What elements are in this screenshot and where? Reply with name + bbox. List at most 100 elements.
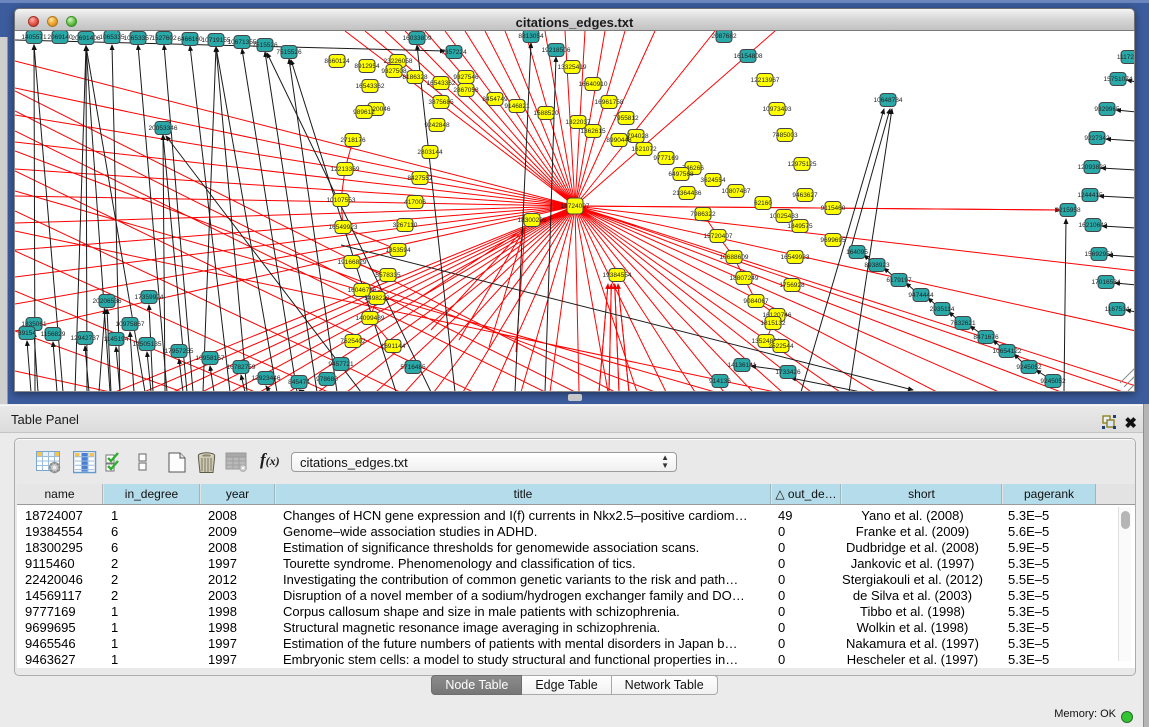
svg-text:12923446: 12923446	[252, 375, 281, 382]
svg-text:1815132: 1815132	[760, 320, 786, 327]
svg-text:17359924: 17359924	[135, 294, 164, 301]
svg-text:10975867: 10975867	[116, 321, 145, 328]
svg-text:1322037: 1322037	[565, 119, 591, 126]
svg-text:1244415: 1244415	[1077, 192, 1103, 199]
svg-text:9084067: 9084067	[743, 298, 769, 305]
svg-text:12505135: 12505135	[133, 341, 162, 348]
svg-text:2087682: 2087682	[711, 33, 737, 40]
svg-text:1167534: 1167534	[1105, 306, 1130, 313]
svg-text:9699695: 9699695	[820, 237, 846, 244]
svg-text:1117205: 1117205	[1117, 54, 1135, 61]
svg-text:8912954: 8912954	[354, 63, 380, 70]
svg-text:21364436: 21364436	[673, 190, 702, 197]
svg-text:9242848: 9242848	[424, 122, 450, 129]
svg-text:10654122: 10654122	[993, 348, 1022, 355]
svg-text:1405571: 1405571	[21, 34, 47, 41]
svg-text:19166829: 19166829	[338, 259, 367, 266]
svg-text:12942737: 12942737	[71, 335, 100, 342]
svg-text:845474: 845474	[288, 379, 310, 386]
svg-text:16033809: 16033809	[403, 35, 432, 42]
svg-text:16549923: 16549923	[781, 254, 810, 261]
svg-text:10648784: 10648784	[874, 97, 903, 104]
svg-text:978680: 978680	[316, 376, 338, 383]
svg-text:1156829: 1156829	[41, 331, 66, 338]
svg-text:2522544: 2522544	[768, 343, 794, 350]
svg-text:8471676: 8471676	[973, 334, 999, 341]
svg-text:1527602: 1527602	[151, 35, 177, 42]
svg-text:12093823: 12093823	[1078, 164, 1107, 171]
svg-text:9329965: 9329965	[1094, 106, 1120, 113]
svg-text:62160: 62160	[754, 200, 772, 207]
svg-text:15692951: 15692951	[1085, 251, 1114, 258]
svg-text:17957255: 17957255	[165, 348, 194, 355]
svg-text:7625402: 7625402	[340, 338, 366, 345]
svg-text:18807249: 18807249	[730, 275, 759, 282]
svg-text:12213369: 12213369	[331, 166, 360, 173]
svg-text:10958167: 10958167	[196, 355, 225, 362]
svg-text:164095: 164095	[846, 249, 868, 256]
svg-text:12975125: 12975125	[788, 161, 817, 168]
svg-text:1756928: 1756928	[779, 282, 805, 289]
svg-text:9245052: 9245052	[1040, 378, 1066, 385]
svg-text:1849575: 1849575	[787, 223, 813, 230]
svg-text:8454749: 8454749	[482, 96, 508, 103]
svg-text:15720407: 15720407	[704, 233, 733, 240]
svg-text:16543362: 16543362	[427, 80, 456, 87]
svg-text:6179197: 6179197	[886, 277, 912, 284]
svg-text:6497568: 6497568	[668, 171, 694, 178]
svg-text:10688609: 10688609	[720, 254, 749, 261]
svg-text:5498222: 5498222	[364, 295, 390, 302]
svg-text:20691406: 20691406	[72, 35, 101, 42]
svg-text:16154808: 16154808	[734, 53, 763, 60]
svg-text:417006: 417006	[404, 199, 426, 206]
svg-text:3624554: 3624554	[700, 177, 726, 184]
svg-text:10107553: 10107553	[327, 197, 356, 204]
svg-text:19218506: 19218506	[542, 47, 571, 54]
svg-text:16782759: 16782759	[227, 364, 256, 371]
svg-text:17016534: 17016534	[1092, 279, 1121, 286]
svg-text:3875685: 3875685	[428, 99, 454, 106]
svg-text:7485003: 7485003	[772, 132, 798, 139]
svg-text:18300295: 18300295	[518, 217, 547, 224]
svg-text:8427552: 8427552	[407, 175, 433, 182]
svg-text:8186328: 8186328	[402, 74, 428, 81]
svg-text:16549923: 16549923	[329, 224, 358, 231]
svg-text:14099489: 14099489	[356, 315, 385, 322]
svg-text:8660124: 8660124	[324, 58, 350, 65]
svg-text:7632621: 7632621	[950, 320, 976, 327]
svg-text:1691144: 1691144	[381, 343, 406, 350]
svg-text:3267110: 3267110	[393, 222, 418, 229]
svg-text:14136141: 14136141	[728, 362, 757, 369]
svg-text:12213967: 12213967	[751, 77, 780, 84]
svg-text:16961758: 16961758	[595, 99, 624, 106]
svg-text:9463627: 9463627	[792, 192, 818, 199]
svg-text:2718176: 2718176	[340, 137, 366, 144]
svg-text:9457721: 9457721	[328, 361, 354, 368]
svg-text:914136: 914136	[709, 378, 731, 385]
svg-text:8813054: 8813054	[518, 33, 544, 40]
svg-text:39154: 39154	[18, 330, 36, 337]
svg-text:2069140: 2069140	[47, 34, 73, 41]
svg-text:8215958: 8215958	[1055, 207, 1081, 214]
svg-text:2935114: 2935114	[930, 306, 955, 313]
svg-text:6466160: 6466160	[177, 36, 203, 43]
svg-text:10807487: 10807487	[722, 188, 751, 195]
svg-text:9474444: 9474444	[908, 292, 934, 299]
svg-text:9245052: 9245052	[1016, 364, 1042, 371]
svg-text:1588520: 1588520	[533, 110, 559, 117]
svg-text:20053346: 20053346	[149, 125, 178, 132]
svg-text:16640910: 16640910	[579, 81, 608, 88]
svg-text:9227342: 9227342	[1084, 135, 1110, 142]
svg-text:15751074: 15751074	[1104, 76, 1133, 83]
svg-text:7955812: 7955812	[613, 115, 639, 122]
svg-text:5716485: 5716485	[400, 364, 426, 371]
svg-text:2867058: 2867058	[453, 87, 479, 94]
svg-text:1362615: 1362615	[580, 128, 606, 135]
svg-text:10719155: 10719155	[202, 37, 231, 44]
svg-text:20206536: 20206536	[93, 298, 122, 305]
svg-text:10653357: 10653357	[124, 35, 153, 42]
svg-text:9146821: 9146821	[504, 103, 530, 110]
svg-text:1065335: 1065335	[99, 34, 125, 41]
svg-text:19384554: 19384554	[603, 272, 632, 279]
svg-text:8938923: 8938923	[864, 262, 890, 269]
